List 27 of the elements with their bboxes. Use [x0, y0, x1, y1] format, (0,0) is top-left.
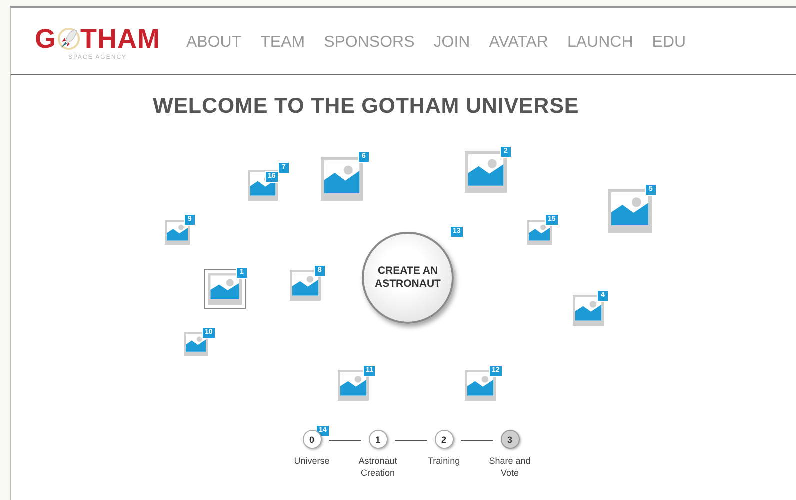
step-label: Training — [426, 456, 462, 468]
image-placeholder[interactable] — [204, 269, 246, 309]
nav-link[interactable]: SPONSORS — [324, 34, 415, 52]
image-placeholder[interactable] — [527, 220, 552, 245]
step-label: Astronaut Creation — [358, 456, 398, 480]
image-placeholder[interactable] — [465, 370, 496, 401]
nav-link[interactable]: ABOUT — [186, 34, 242, 52]
nav-link[interactable]: TEAM — [260, 34, 306, 52]
image-placeholder[interactable] — [573, 295, 604, 326]
image-placeholder[interactable] — [465, 151, 507, 193]
nav-link[interactable]: AVATAR — [489, 34, 548, 52]
nav-link[interactable]: EDU — [652, 34, 686, 52]
logo-text: G — [35, 26, 57, 52]
page-title: WELCOME TO THE GOTHAM UNIVERSE — [153, 94, 580, 119]
step-label: Share and Vote — [488, 456, 532, 480]
nav-link[interactable]: JOIN — [434, 34, 470, 52]
image-placeholder[interactable] — [165, 220, 190, 245]
step-circle[interactable]: 1 — [368, 430, 388, 449]
create-astronaut-button[interactable]: CREATE AN ASTRONAUT — [362, 232, 454, 324]
step-circle[interactable]: 2 — [434, 430, 454, 449]
step-label: Universe — [293, 456, 331, 468]
step-circle[interactable]: 3 — [500, 430, 520, 449]
image-placeholder[interactable] — [321, 157, 363, 201]
image-placeholder[interactable] — [338, 370, 369, 401]
logo-text: THAM — [80, 26, 160, 52]
rocket-icon — [58, 27, 80, 51]
nav-link[interactable]: LAUNCH — [567, 34, 634, 52]
